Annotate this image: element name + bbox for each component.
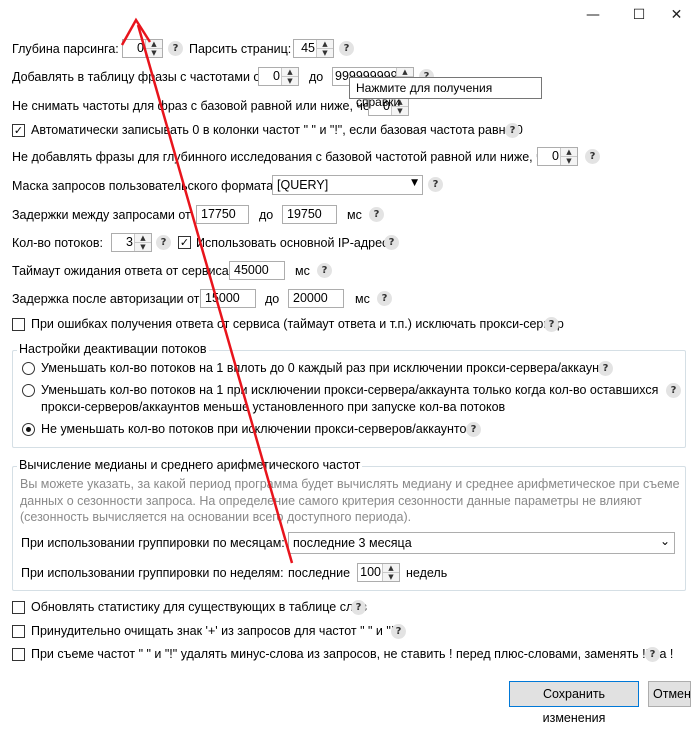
annotation-arrow — [120, 17, 294, 564]
annotation-arrow-line — [136, 24, 294, 564]
annotation-arrow-head — [120, 17, 152, 46]
